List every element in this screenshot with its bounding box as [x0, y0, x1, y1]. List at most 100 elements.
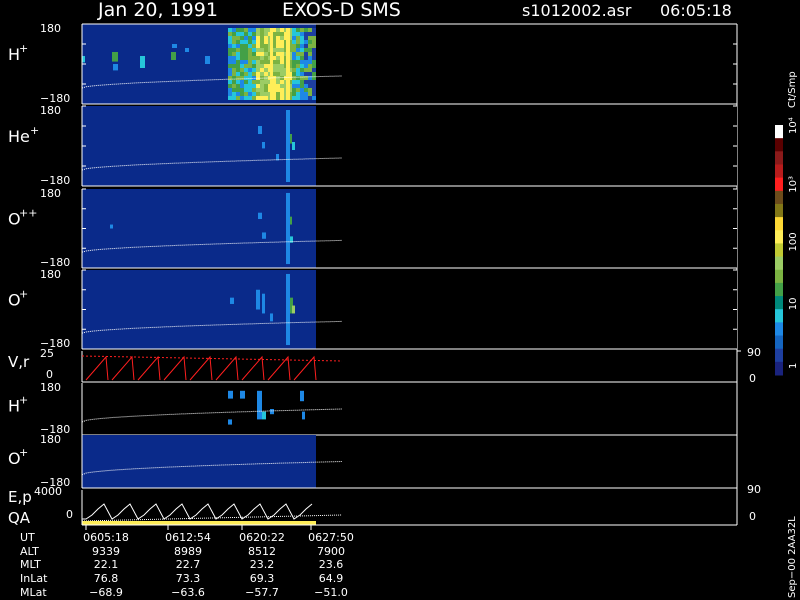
flux-stripe [286, 28, 290, 100]
flux-cell [312, 88, 316, 92]
footer-cell: 69.3 [250, 572, 275, 585]
flux-cell [232, 88, 236, 92]
flux-cell [260, 32, 264, 36]
flux-cell [228, 72, 232, 76]
flux-cell [256, 56, 260, 60]
flux-cell [276, 28, 280, 32]
flux-cell [296, 52, 300, 56]
flux-cell [248, 60, 252, 64]
footer-cell: 7900 [317, 545, 345, 558]
flux-cell [248, 28, 252, 32]
footer-cell: −51.0 [314, 586, 348, 599]
flux-cell [280, 40, 284, 44]
flux-cell [228, 56, 232, 60]
flux-cell [240, 60, 244, 64]
flux-cell [228, 32, 232, 36]
flux-cell [205, 56, 210, 64]
flux-cell [292, 72, 296, 76]
flux-cell [308, 40, 312, 44]
flux-cell [232, 52, 236, 56]
footer-cell: 23.2 [250, 558, 275, 571]
flux-cell [296, 32, 300, 36]
flux-cell [308, 32, 312, 36]
flux-cell [308, 28, 312, 32]
flux-cell [308, 96, 312, 100]
flux-cell [236, 60, 240, 64]
ep-right-bottom: 0 [749, 510, 756, 523]
flux-stripe [286, 110, 290, 182]
sms-plot: Jan 20, 1991 EXOS-D SMS s1012002.asr 06:… [8, 0, 799, 599]
flux-cell [236, 44, 240, 48]
flux-cell [312, 28, 316, 32]
flux-cell [232, 44, 236, 48]
footer-row-label: MLat [20, 586, 47, 599]
flux-cell [256, 48, 260, 52]
flux-cell [260, 40, 264, 44]
flux-cell [296, 40, 300, 44]
flux-cell [300, 92, 304, 96]
flux-cell [304, 88, 308, 92]
spectrogram-bg [82, 189, 316, 268]
flux-cell [308, 56, 312, 60]
flux-cell [236, 92, 240, 96]
energy-staircase [82, 503, 313, 520]
flux-cell [240, 52, 244, 56]
flux-cell [248, 76, 252, 80]
flux-cell [236, 68, 240, 72]
flux-cell [252, 84, 256, 88]
flux-cell [276, 64, 280, 68]
flux-cell [240, 40, 244, 44]
vr-right-bottom: 0 [749, 372, 756, 385]
flux-cell [280, 80, 284, 84]
flux-cell [185, 48, 189, 52]
flux-cell [260, 72, 264, 76]
colorbar-swatch [775, 361, 783, 376]
flux-cell [244, 80, 248, 84]
flux-cell [232, 64, 236, 68]
flux-cell [236, 84, 240, 88]
flux-cell [280, 36, 284, 40]
colorbar-swatch [775, 243, 783, 258]
flux-cell [296, 68, 300, 72]
flux-cell [312, 56, 316, 60]
flux-cell [308, 92, 312, 96]
colorbar-swatch [775, 151, 783, 165]
colorbar-swatch [775, 348, 783, 363]
flux-cell [236, 48, 240, 52]
flux-cell [236, 64, 240, 68]
flux-cell [248, 36, 252, 40]
species-charge: + [19, 446, 28, 459]
flux-cell [296, 88, 300, 92]
flux-cell [248, 96, 252, 100]
flux-cell [262, 411, 266, 420]
flux-cell [252, 52, 256, 56]
flux-cell [296, 44, 300, 48]
flux-cell [300, 88, 304, 92]
flux-cell [296, 96, 300, 100]
flux-cell [300, 60, 304, 64]
flux-cell [236, 32, 240, 36]
flux-cell [292, 60, 296, 64]
flux-cell [270, 313, 273, 322]
flux-cell [264, 36, 268, 40]
flux-cell [256, 36, 260, 40]
flux-cell [248, 92, 252, 96]
flux-cell [258, 212, 262, 220]
flux-cell [300, 36, 304, 40]
flux-cell [276, 92, 280, 96]
flux-cell [312, 40, 316, 44]
y-max-label: 180 [40, 187, 61, 200]
footer-cell: 8989 [174, 545, 202, 558]
colorbar-swatch [775, 309, 783, 323]
flux-cell [232, 40, 236, 44]
flux-cell [248, 48, 252, 52]
flux-cell [264, 32, 268, 36]
spectrogram-bg [82, 435, 316, 488]
flux-cell [300, 96, 304, 100]
no-data-region [316, 24, 737, 104]
flux-cell [300, 84, 304, 88]
flux-cell [256, 72, 260, 76]
flux-cell [312, 36, 316, 40]
flux-cell [260, 48, 264, 52]
flux-cell [264, 84, 268, 88]
